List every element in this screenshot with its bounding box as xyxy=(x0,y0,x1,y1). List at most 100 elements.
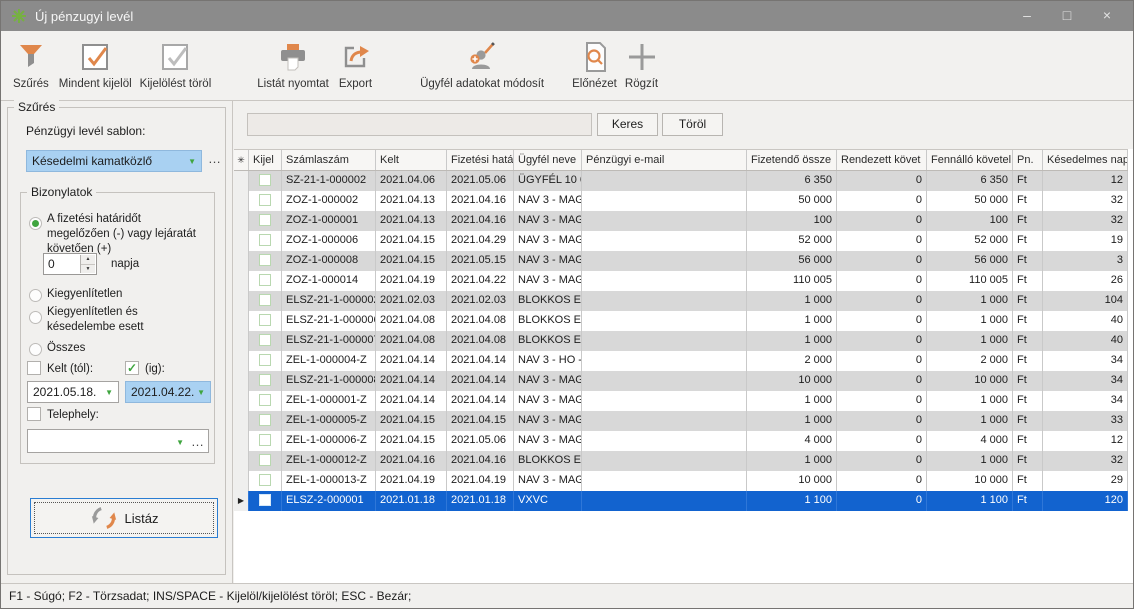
row-checkbox[interactable] xyxy=(259,354,271,366)
site-browse-button[interactable]: … xyxy=(191,434,204,449)
row-select-cell[interactable] xyxy=(249,411,282,431)
row-checkbox[interactable] xyxy=(259,434,271,446)
table-row[interactable]: ▶ ELSZ-21-1-000002 2021.02.03 2021.02.03… xyxy=(234,291,1128,311)
row-checkbox[interactable] xyxy=(259,394,271,406)
table-row[interactable]: ▶ ELSZ-21-1-000006 2021.04.08 2021.04.08… xyxy=(234,311,1128,331)
row-checkbox[interactable] xyxy=(259,474,271,486)
preview-button[interactable]: Előnézet xyxy=(568,36,621,96)
export-button[interactable]: Export xyxy=(335,36,376,96)
col-email[interactable]: Pénzügyi e-mail xyxy=(582,150,747,170)
date-to-combo[interactable]: 2021.04.22. ▼ xyxy=(125,381,211,403)
row-checkbox[interactable] xyxy=(259,294,271,306)
chevron-down-icon[interactable]: ▼ xyxy=(197,388,205,397)
clear-search-button[interactable]: Töröl xyxy=(662,113,723,136)
select-all-button[interactable]: Mindent kijelöl xyxy=(55,36,136,96)
row-checkbox[interactable] xyxy=(259,254,271,266)
table-row[interactable]: ▶ ZOZ-1-000001 2021.04.13 2021.04.16 NAV… xyxy=(234,211,1128,231)
row-select-cell[interactable] xyxy=(249,331,282,351)
row-select-cell[interactable] xyxy=(249,231,282,251)
record-button[interactable]: Rögzít xyxy=(621,36,662,96)
row-checkbox[interactable] xyxy=(259,334,271,346)
row-checkbox[interactable] xyxy=(259,454,271,466)
row-select-cell[interactable] xyxy=(249,431,282,451)
table-row[interactable]: ▶ ZEL-1-000012-Z 2021.04.16 2021.04.16 B… xyxy=(234,451,1128,471)
col-currency[interactable]: Pn. xyxy=(1013,150,1043,170)
col-invoice[interactable]: Számlaszám xyxy=(282,150,376,170)
row-select-cell[interactable] xyxy=(249,311,282,331)
col-due[interactable]: Fizetési hatá xyxy=(447,150,514,170)
col-amount[interactable]: Fizetendő össze xyxy=(747,150,837,170)
row-select-cell[interactable] xyxy=(249,451,282,471)
col-date[interactable]: Kelt xyxy=(376,150,447,170)
date-from-combo[interactable]: 2021.05.18. ▼ xyxy=(27,381,119,403)
corner-star-icon[interactable]: ✳ xyxy=(234,150,249,170)
col-customer[interactable]: Ügyfél neve xyxy=(514,150,582,170)
site-checkbox[interactable] xyxy=(27,407,41,421)
table-row[interactable]: ▶ ZEL-1-000006-Z 2021.04.15 2021.05.06 N… xyxy=(234,431,1128,451)
date-cell: 2021.02.03 xyxy=(376,291,447,311)
chevron-down-icon[interactable]: ▼ xyxy=(105,388,113,397)
settled-cell: 0 xyxy=(837,171,927,191)
row-checkbox[interactable] xyxy=(259,274,271,286)
row-select-cell[interactable] xyxy=(249,491,282,511)
table-row[interactable]: ▶ ZEL-1-000001-Z 2021.04.14 2021.04.14 N… xyxy=(234,391,1128,411)
radio-unsettled-overdue[interactable] xyxy=(29,311,42,324)
table-row[interactable]: ▶ ELSZ-21-1-000007 2021.04.08 2021.04.08… xyxy=(234,331,1128,351)
table-row[interactable]: ▶ ELSZ-21-1-000008 2021.04.14 2021.04.14… xyxy=(234,371,1128,391)
site-combo[interactable]: ▼ … xyxy=(27,429,209,453)
radio-unsettled[interactable] xyxy=(29,289,42,302)
row-checkbox[interactable] xyxy=(259,374,271,386)
table-row[interactable]: ▶ ZOZ-1-000002 2021.04.13 2021.04.16 NAV… xyxy=(234,191,1128,211)
row-select-cell[interactable] xyxy=(249,191,282,211)
clear-selection-button[interactable]: Kijelölést töröl xyxy=(136,36,216,96)
row-select-cell[interactable] xyxy=(249,391,282,411)
row-checkbox[interactable] xyxy=(259,234,271,246)
col-outstanding[interactable]: Fennálló követel xyxy=(927,150,1013,170)
search-button[interactable]: Keres xyxy=(597,113,658,136)
template-browse-button[interactable]: … xyxy=(206,150,224,172)
row-select-cell[interactable] xyxy=(249,211,282,231)
days-input[interactable]: 0 ▲ ▼ xyxy=(43,253,97,275)
maximize-button[interactable]: □ xyxy=(1047,1,1087,31)
print-list-button[interactable]: Listát nyomtat xyxy=(253,36,333,96)
chevron-down-icon[interactable]: ▼ xyxy=(176,438,184,447)
row-checkbox[interactable] xyxy=(259,214,271,226)
row-checkbox[interactable] xyxy=(259,314,271,326)
radio-all[interactable] xyxy=(29,343,42,356)
row-checkbox[interactable] xyxy=(259,194,271,206)
date-to-checkbox[interactable]: ✓ xyxy=(125,361,139,375)
col-days[interactable]: Késedelmes nap xyxy=(1043,150,1128,170)
row-select-cell[interactable] xyxy=(249,171,282,191)
row-select-cell[interactable] xyxy=(249,291,282,311)
table-row[interactable]: ▶ ELSZ-2-000001 2021.01.18 2021.01.18 VX… xyxy=(234,491,1128,511)
row-checkbox[interactable] xyxy=(259,414,271,426)
row-select-cell[interactable] xyxy=(249,251,282,271)
table-row[interactable]: ▶ ZEL-1-000004-Z 2021.04.14 2021.04.14 N… xyxy=(234,351,1128,371)
filter-button[interactable]: Szűrés xyxy=(9,36,53,96)
table-row[interactable]: ▶ ZOZ-1-000006 2021.04.15 2021.04.29 NAV… xyxy=(234,231,1128,251)
table-row[interactable]: ▶ SZ-21-1-000002 2021.04.06 2021.05.06 Ü… xyxy=(234,171,1128,191)
radio-due-offset[interactable] xyxy=(29,217,42,230)
template-combo[interactable]: Késedelmi kamatközlő ▼ xyxy=(26,150,202,172)
currency-cell: Ft xyxy=(1013,451,1043,471)
minimize-button[interactable]: – xyxy=(1007,1,1047,31)
row-select-cell[interactable] xyxy=(249,271,282,291)
row-select-cell[interactable] xyxy=(249,371,282,391)
col-select[interactable]: Kijel xyxy=(249,150,282,170)
row-select-cell[interactable] xyxy=(249,351,282,371)
row-checkbox[interactable] xyxy=(259,494,271,506)
close-button[interactable]: × xyxy=(1087,1,1127,31)
row-checkbox[interactable] xyxy=(259,174,271,186)
col-settled[interactable]: Rendezett követ xyxy=(837,150,927,170)
edit-customer-button[interactable]: Ügyfél adatokat módosít xyxy=(416,36,548,96)
table-row[interactable]: ▶ ZOZ-1-000008 2021.04.15 2021.05.15 NAV… xyxy=(234,251,1128,271)
days-stepper[interactable]: ▲ ▼ xyxy=(80,255,95,273)
table-row[interactable]: ▶ ZOZ-1-000014 2021.04.19 2021.04.22 NAV… xyxy=(234,271,1128,291)
search-input[interactable] xyxy=(247,113,592,136)
row-select-cell[interactable] xyxy=(249,471,282,491)
chevron-down-icon[interactable]: ▼ xyxy=(188,157,196,166)
list-button[interactable]: Listáz xyxy=(30,498,218,538)
date-from-checkbox[interactable] xyxy=(27,361,41,375)
table-row[interactable]: ▶ ZEL-1-000013-Z 2021.04.19 2021.04.19 N… xyxy=(234,471,1128,491)
table-row[interactable]: ▶ ZEL-1-000005-Z 2021.04.15 2021.04.15 N… xyxy=(234,411,1128,431)
